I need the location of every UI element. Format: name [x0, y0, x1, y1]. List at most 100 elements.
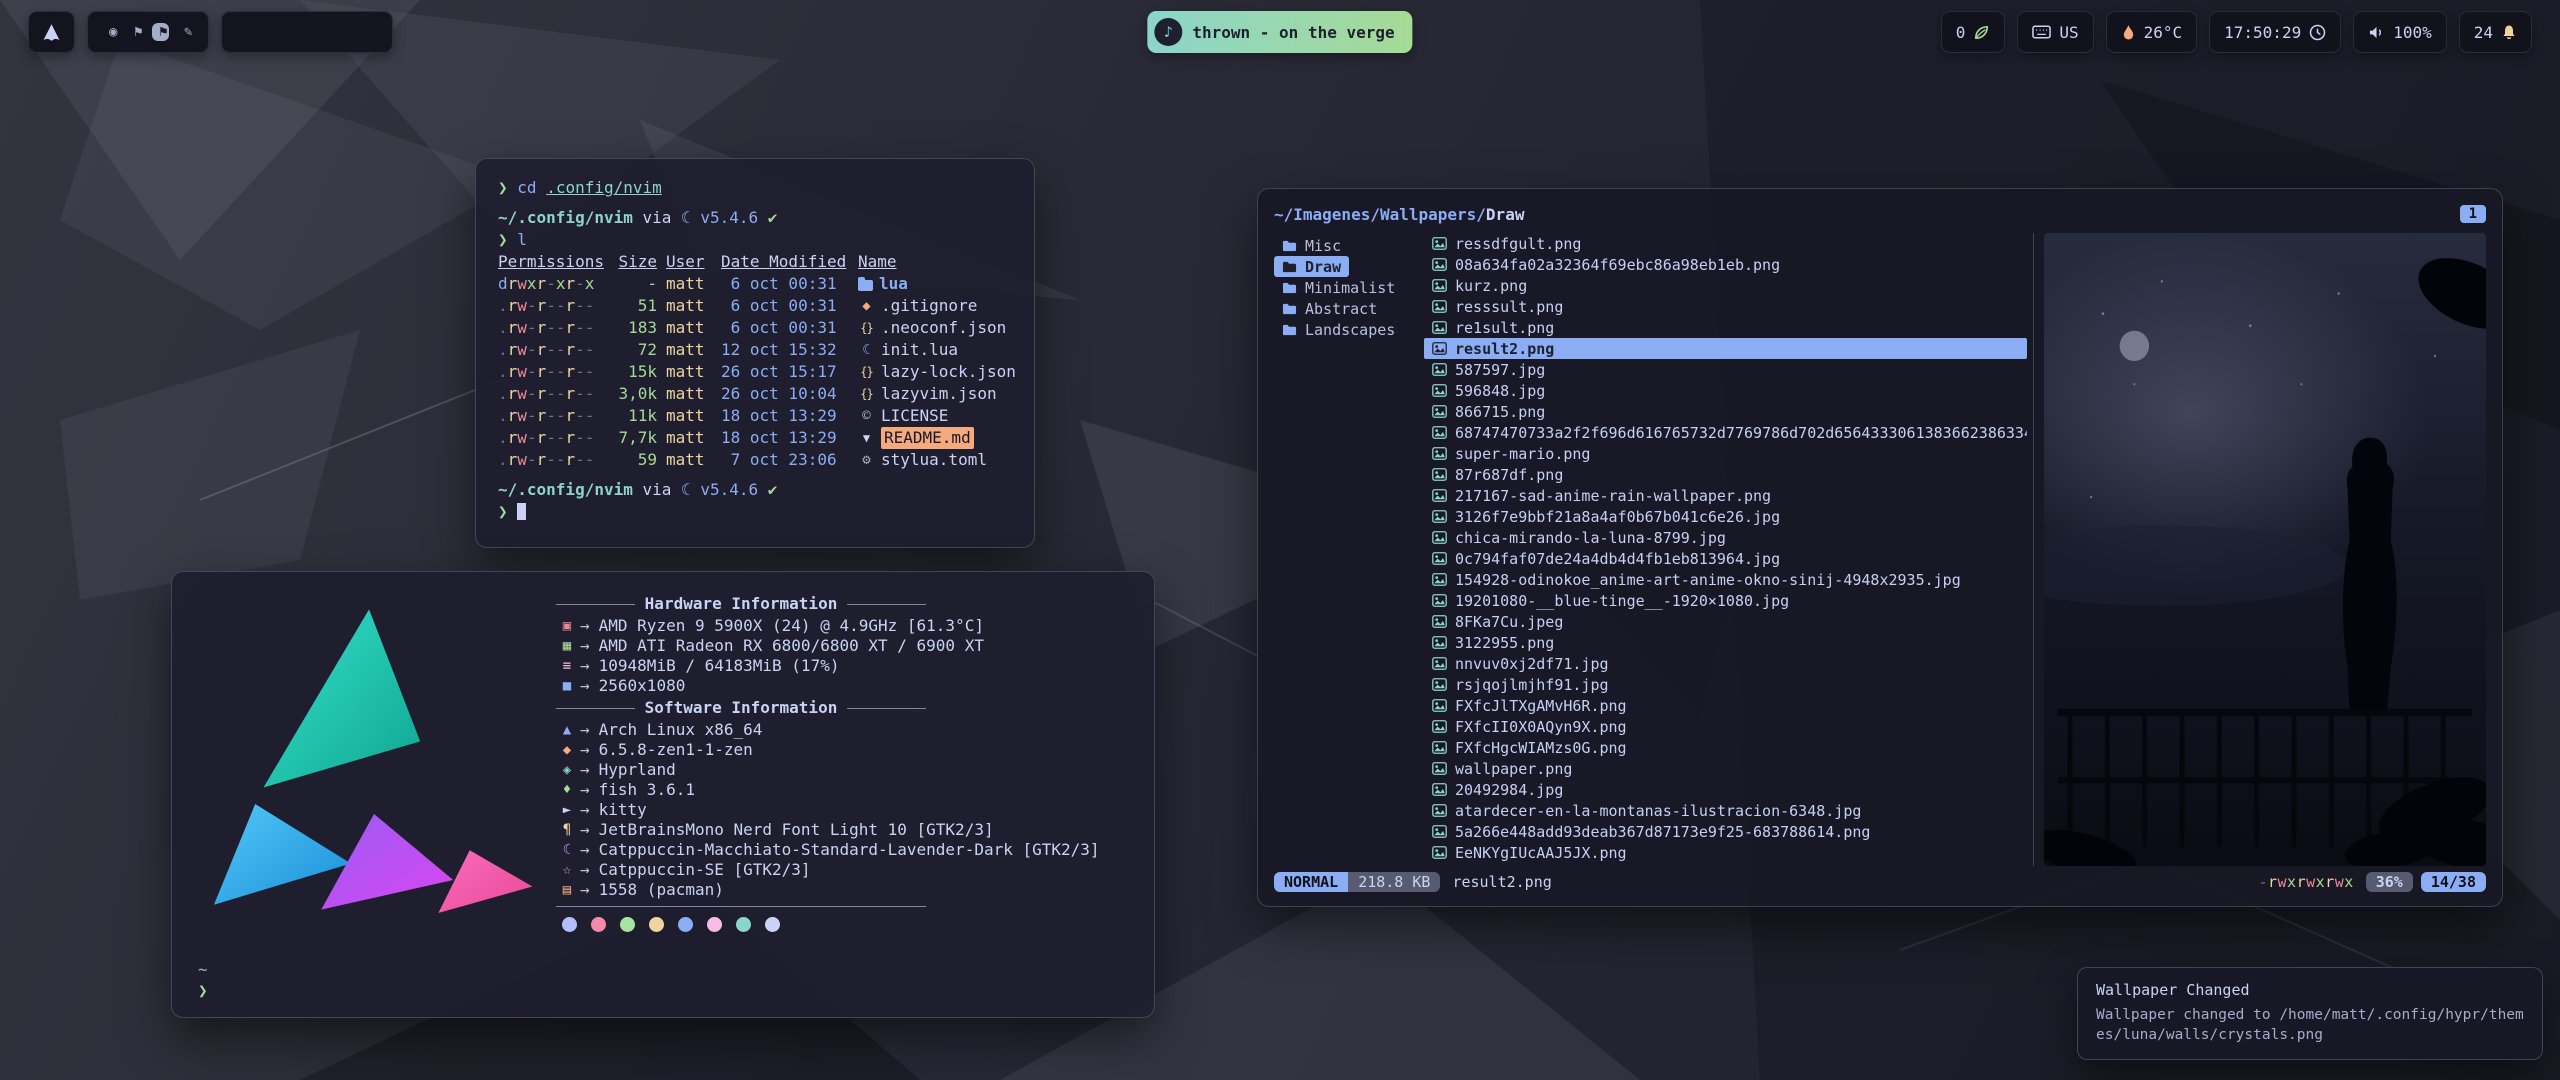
file-row[interactable]: EeNKYgIUcAAJ5JX.png [1424, 842, 2027, 863]
folder-icon [1282, 302, 1297, 315]
spec-value: Arch Linux x86_64 [599, 720, 763, 740]
file-row[interactable]: 20492984.jpg [1424, 779, 2027, 800]
sidebar-folder-item[interactable]: Landscapes [1274, 319, 1403, 340]
breadcrumb: ~/Imagenes/Wallpapers/Draw [1274, 205, 1524, 224]
file-name: resssult.png [1455, 298, 1563, 316]
file-row[interactable]: kurz.png [1424, 275, 2027, 296]
spec-value: 6.5.8-zen1-1-zen [599, 740, 753, 760]
file-row[interactable]: result2.png [1424, 338, 2027, 359]
file-row[interactable]: 866715.png [1424, 401, 2027, 422]
file-row[interactable]: FXfcJlTXgAMvH6R.png [1424, 695, 2027, 716]
file-row[interactable]: super-mario.png [1424, 443, 2027, 464]
updates-widget[interactable]: 0 [1941, 11, 2006, 53]
spec-value: fish 3.6.1 [599, 780, 695, 800]
file-row[interactable]: ressdfgult.png [1424, 233, 2027, 254]
file-size: 3,0k [611, 383, 657, 405]
file-name: ressdfgult.png [1455, 235, 1581, 253]
file-name: 0c794faf07de24a4db4d4fb1eb813964.jpg [1455, 550, 1780, 568]
file-row[interactable]: rsjqojlmjhf91.jpg [1424, 674, 2027, 695]
lua-moon-icon: ☾ [681, 208, 691, 227]
sidebar-folder-item[interactable]: Abstract [1274, 298, 1385, 319]
clock-widget[interactable]: 17:50:29 [2209, 11, 2341, 53]
palette-dot [707, 917, 722, 932]
file-row[interactable]: 19201080-__blue-tinge__-1920×1080.jpg [1424, 590, 2027, 611]
spec-icon [556, 679, 578, 693]
file-row[interactable]: 87r687df.png [1424, 464, 2027, 485]
prompt-symbol: ❯ [198, 981, 208, 1000]
music-note-icon: ♪ [1154, 18, 1182, 46]
spec-icon [556, 803, 578, 817]
file-row[interactable]: 3126f7e9bbf21a8a4af0b67b041c6e26.jpg [1424, 506, 2027, 527]
arrow-icon: → [580, 840, 590, 860]
file-name: EeNKYgIUcAAJ5JX.png [1455, 844, 1627, 862]
terminal-window[interactable]: ❯ cd .config/nvim ~/.config/nvim via ☾ v… [475, 158, 1035, 548]
fetch-terminal-window[interactable]: Hardware Information → AMD Ryzen 9 5900X… [171, 571, 1155, 1018]
file-row[interactable]: re1sult.png [1424, 317, 2027, 338]
workspace-button[interactable] [177, 23, 194, 41]
file-type-icon [858, 387, 875, 401]
file-row[interactable]: 154928-odinokoe_anime-art-anime-okno-sin… [1424, 569, 2027, 590]
file-row[interactable]: nnvuv0xj2df71.jpg [1424, 653, 2027, 674]
notifications-widget[interactable]: 24 [2459, 11, 2532, 53]
check-icon: ✔ [768, 208, 778, 227]
file-user: matt [666, 317, 712, 339]
file-name: 154928-odinokoe_anime-art-anime-okno-sin… [1455, 571, 1961, 589]
file-name: 587597.jpg [1455, 361, 1545, 379]
file-row[interactable]: FXfcII0X0AQyn9X.png [1424, 716, 2027, 737]
media-player-widget[interactable]: ♪ thrown - on the verge [1147, 11, 1412, 53]
file-name: stylua.toml [881, 449, 987, 471]
col-name: Name [858, 251, 1012, 273]
fetch-info-line: → AMD ATI Radeon RX 6800/6800 XT / 6900 … [556, 636, 1128, 656]
shell-prompt[interactable]: ~ ❯ [198, 959, 1128, 1001]
file-type-icon [858, 409, 875, 423]
section-rule [556, 906, 926, 907]
folder-icon [1282, 239, 1297, 252]
file-type-icon [858, 431, 875, 445]
file-name: 866715.png [1455, 403, 1545, 421]
file-size: 183 [611, 317, 657, 339]
terminal-input-line[interactable]: ❯ [498, 501, 1012, 523]
keyboard-layout-widget[interactable]: US [2017, 11, 2093, 53]
file-date: 6 oct 00:31 [721, 317, 849, 339]
notification-popup[interactable]: Wallpaper Changed Wallpaper changed to /… [2077, 967, 2543, 1060]
sidebar-folder-item[interactable]: Draw [1274, 256, 1349, 277]
file-row[interactable]: 217167-sad-anime-rain-wallpaper.png [1424, 485, 2027, 506]
spec-icon [556, 743, 578, 757]
file-user: matt [666, 427, 712, 449]
file-row[interactable]: resssult.png [1424, 296, 2027, 317]
file-size: 51 [611, 295, 657, 317]
file-row[interactable]: 68747470733a2f2f696d616765732d7769786d70… [1424, 422, 2027, 443]
sidebar-folder-item[interactable]: Misc [1274, 235, 1349, 256]
workspace-button[interactable] [152, 23, 169, 41]
workspace-button[interactable] [127, 23, 144, 41]
file-row[interactable]: wallpaper.png [1424, 758, 2027, 779]
image-file-icon [1432, 405, 1447, 418]
spec-value: Catppuccin-SE [GTK2/3] [599, 860, 811, 880]
image-file-icon [1432, 384, 1447, 397]
file-row[interactable]: 587597.jpg [1424, 359, 2027, 380]
file-row[interactable]: FXfcHgcWIAMzs0G.png [1424, 737, 2027, 758]
file-row[interactable]: 0c794faf07de24a4db4d4fb1eb813964.jpg [1424, 548, 2027, 569]
file-row[interactable]: 5a266e448add93deab367d87173e9f25-6837886… [1424, 821, 2027, 842]
file-manager-window[interactable]: ~/Imagenes/Wallpapers/Draw 1 Misc Draw M… [1257, 188, 2503, 907]
app-launcher-button[interactable] [28, 11, 75, 53]
file-manager-header: ~/Imagenes/Wallpapers/Draw 1 [1274, 201, 2486, 227]
file-row[interactable]: 8FKa7Cu.jpeg [1424, 611, 2027, 632]
workspace-button[interactable] [102, 23, 119, 41]
software-section-title: Software Information [556, 698, 926, 718]
tab-indicator[interactable]: 1 [2460, 205, 2486, 223]
file-row[interactable]: atardecer-en-la-montanas-ilustracion-634… [1424, 800, 2027, 821]
temperature-widget[interactable]: 26°C [2106, 11, 2198, 53]
file-name: lazy-lock.json [881, 361, 1016, 383]
table-row: .rw-r--r-- 183 matt 6 oct 00:31 .neoconf… [498, 317, 1012, 339]
file-name: chica-mirando-la-luna-8799.jpg [1455, 529, 1726, 547]
volume-widget[interactable]: 100% [2353, 11, 2447, 53]
file-row[interactable]: 3122955.png [1424, 632, 2027, 653]
file-row[interactable]: 08a634fa02a32364f69ebc86a98eb1eb.png [1424, 254, 2027, 275]
file-row[interactable]: 596848.jpg [1424, 380, 2027, 401]
sidebar-folder-item[interactable]: Minimalist [1274, 277, 1403, 298]
list-position-badge: 14/38 [2421, 872, 2486, 892]
file-row[interactable]: chica-mirando-la-luna-8799.jpg [1424, 527, 2027, 548]
image-file-icon [1432, 699, 1447, 712]
file-type-icon [858, 321, 875, 335]
